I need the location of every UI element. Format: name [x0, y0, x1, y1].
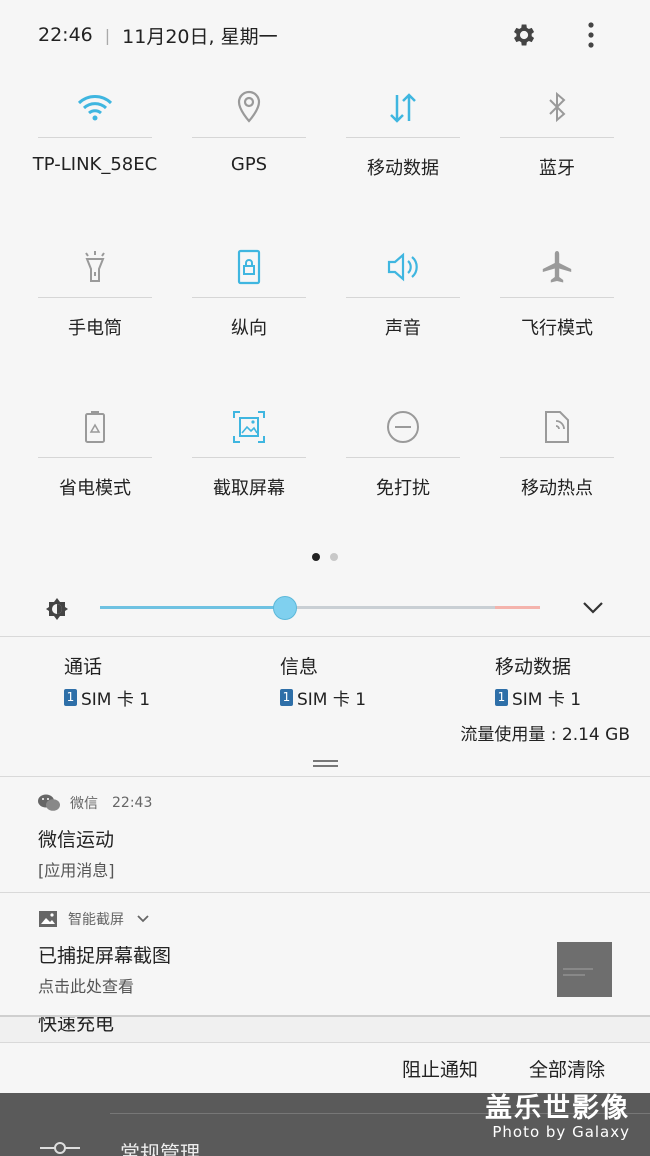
tile-label: GPS — [230, 154, 268, 175]
sim-messages-label: 信息 — [280, 656, 319, 678]
sim-panel: 通话 1 SIM 卡 1 信息 1 SIM 卡 1 移动数据 1 SIM 卡 1 — [0, 652, 650, 712]
screenshot-thumbnail[interactable] — [557, 942, 612, 997]
notification-title: 微信运动 — [38, 829, 115, 851]
notification-title: 已捕捉屏幕截图 — [38, 945, 172, 967]
tile-screenshot[interactable]: 截取屏幕 — [192, 396, 306, 556]
wifi-icon — [77, 94, 113, 120]
data-usage: 流量使用量 : 2.14 GB — [460, 725, 630, 745]
tile-label: TP-LINK_58EC — [32, 154, 158, 175]
notification-smart-capture[interactable]: 智能截屏 已捕捉屏幕截图 点击此处查看 — [0, 893, 650, 1015]
tile-airplane[interactable]: 飞行模式 — [500, 236, 614, 396]
notification-body: [应用消息] — [38, 861, 115, 880]
tile-flashlight[interactable]: 手电筒 — [38, 236, 152, 396]
notification-time: 22:43 — [112, 795, 153, 811]
brightness-bar — [0, 588, 650, 628]
drag-handle[interactable] — [313, 760, 338, 768]
tile-label: 手电筒 — [68, 318, 122, 339]
more-options-icon[interactable] — [576, 20, 606, 50]
divider — [0, 636, 650, 637]
tile-wifi[interactable]: TP-LINK_58EC — [33, 76, 157, 236]
background-item-text: 快速充电 — [38, 1017, 115, 1035]
brightness-thumb[interactable] — [273, 596, 297, 620]
tile-do-not-disturb[interactable]: 免打扰 — [346, 396, 460, 556]
tile-label: 移动热点 — [521, 478, 593, 499]
location-icon — [237, 90, 261, 123]
tile-label: 截取屏幕 — [213, 478, 285, 499]
tile-hotspot[interactable]: 移动热点 — [500, 396, 614, 556]
hotspot-icon — [545, 410, 569, 443]
clear-all-button[interactable]: 全部清除 — [529, 1055, 605, 1082]
expand-chevron-down-icon[interactable] — [578, 593, 608, 623]
watermark-subtitle: Photo by Galaxy — [492, 1123, 630, 1141]
tile-bluetooth[interactable]: 蓝牙 — [500, 76, 614, 236]
sim-calls[interactable]: 通话 1 SIM 卡 1 — [64, 652, 150, 710]
sim-calls-value: SIM 卡 1 — [81, 690, 151, 710]
brightness-icon — [46, 598, 68, 620]
bluetooth-icon — [549, 91, 566, 122]
tile-label: 声音 — [385, 318, 421, 339]
screenshot-icon — [233, 410, 265, 443]
do-not-disturb-icon — [387, 410, 419, 443]
notification-app-name: 微信 — [70, 796, 98, 812]
sim-badge: 1 — [495, 689, 508, 706]
background-item: 快速充电 — [0, 1017, 650, 1043]
notification-wechat[interactable]: 微信 22:43 微信运动 [应用消息] — [0, 777, 650, 891]
tile-label: 蓝牙 — [539, 158, 575, 179]
portrait-lock-icon — [237, 249, 261, 284]
tile-label: 免打扰 — [376, 478, 430, 499]
tile-label: 移动数据 — [367, 158, 439, 179]
notification-body: 点击此处查看 — [38, 977, 135, 996]
status-bar: 22:46 | 11月20日, 星期一 — [0, 0, 650, 70]
tile-label: 省电模式 — [59, 478, 131, 499]
sim-data-value: SIM 卡 1 — [512, 690, 582, 710]
chevron-down-icon[interactable] — [136, 914, 150, 924]
clock: 22:46 — [38, 24, 93, 46]
mobile-data-icon — [390, 92, 416, 123]
status-separator: | — [104, 25, 111, 45]
wechat-icon — [38, 794, 60, 811]
flashlight-icon — [85, 250, 105, 282]
page-indicator — [0, 553, 650, 561]
settings-slider-icon — [40, 1142, 80, 1154]
settings-gear-icon[interactable] — [508, 20, 538, 50]
tile-portrait[interactable]: 纵向 — [192, 236, 306, 396]
sim-messages[interactable]: 信息 1 SIM 卡 1 — [280, 652, 366, 710]
brightness-level — [100, 606, 285, 609]
sim-mobile-data[interactable]: 移动数据 1 SIM 卡 1 — [495, 652, 581, 710]
image-icon — [39, 911, 57, 927]
tile-mobile-data[interactable]: 移动数据 — [346, 76, 460, 236]
tile-sound[interactable]: 声音 — [346, 236, 460, 396]
brightness-max-zone — [495, 606, 540, 609]
page-dot — [330, 553, 338, 561]
watermark: 盖乐世影像 Photo by Galaxy — [485, 1086, 630, 1141]
tile-power-saving[interactable]: 省电模式 — [38, 396, 152, 556]
sim-calls-label: 通话 — [64, 656, 103, 678]
tile-label: 飞行模式 — [521, 318, 593, 339]
date: 11月20日, 星期一 — [122, 25, 278, 48]
quick-settings-grid: TP-LINK_58EC GPS 移动数据 蓝牙 手电筒 纵向 声音 飞行模式 … — [33, 76, 614, 556]
notification-app-name: 智能截屏 — [68, 912, 124, 928]
battery-saver-icon — [85, 410, 105, 443]
page-dot-active — [312, 553, 320, 561]
brightness-slider[interactable] — [100, 596, 540, 620]
airplane-icon — [542, 250, 572, 282]
tile-label: 纵向 — [231, 318, 267, 339]
sim-messages-value: SIM 卡 1 — [297, 690, 367, 710]
sim-data-label: 移动数据 — [495, 656, 572, 678]
block-notifications-button[interactable]: 阻止通知 — [402, 1055, 478, 1082]
watermark-title: 盖乐世影像 — [485, 1093, 630, 1124]
sim-badge: 1 — [64, 689, 77, 706]
sim-badge: 1 — [280, 689, 293, 706]
tile-gps[interactable]: GPS — [192, 76, 306, 236]
background-menu-item: 常规管理 — [120, 1141, 200, 1156]
sound-icon — [387, 252, 418, 281]
